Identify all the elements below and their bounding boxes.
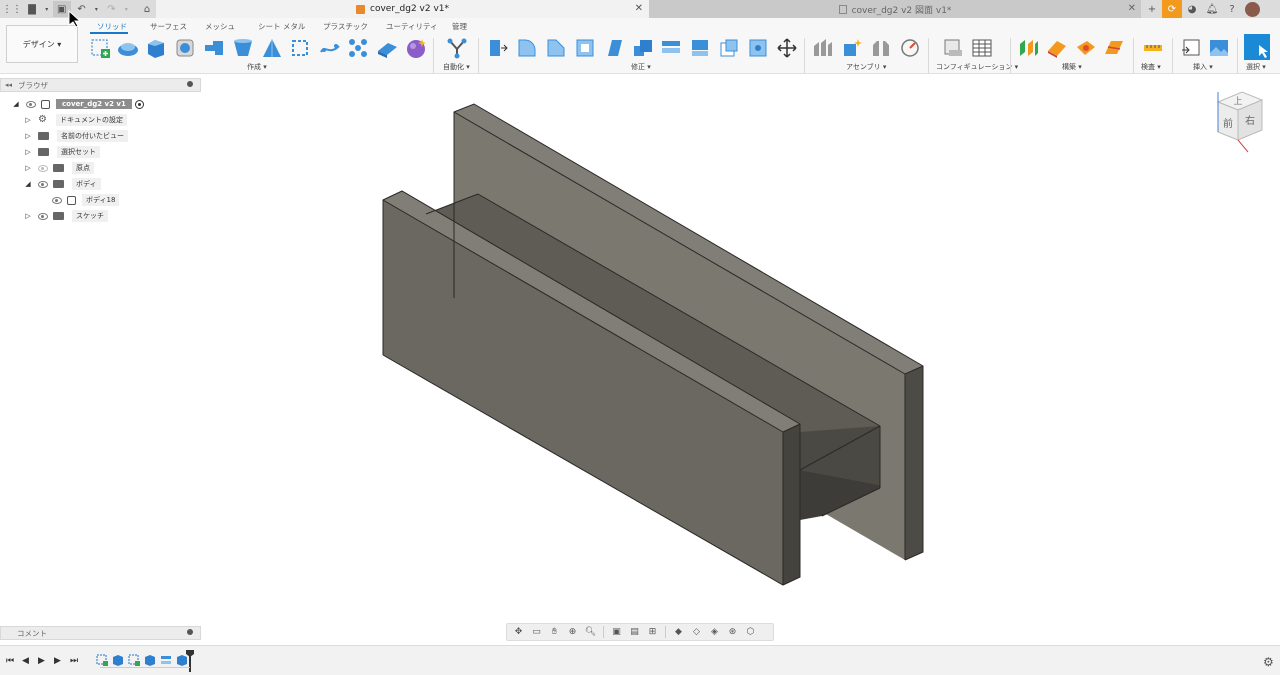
timeline-extrude-icon[interactable] xyxy=(112,654,124,666)
navigation-bar: ✥ ▭ ✋︎ ⊕ 🔍︎ ▣ ▤ ⊞ ◆ ◇ ◈ ⊛ ⬡ xyxy=(506,623,774,641)
back-plate-side[interactable] xyxy=(905,366,923,560)
orbit-icon[interactable]: ✥ xyxy=(511,626,526,638)
pan-hand-icon[interactable]: ✋︎ xyxy=(547,626,562,638)
divider xyxy=(603,626,604,638)
display-settings-icon[interactable]: ▣ xyxy=(609,626,624,638)
viewcube-top-label: 上 xyxy=(1233,96,1242,107)
view-cube[interactable]: 上 前 右 xyxy=(1208,88,1268,158)
timeline-combine-icon[interactable] xyxy=(160,654,172,666)
x-axis xyxy=(1237,139,1249,153)
divider xyxy=(665,626,666,638)
timeline: ⏮ ◀ ▶ ▶ ⏭ ⚙ xyxy=(0,645,1280,675)
step-back-icon[interactable]: ◀ xyxy=(22,656,29,666)
timeline-track xyxy=(100,667,190,668)
zoom-window-icon[interactable]: 🔍︎ xyxy=(583,626,598,638)
section-analysis-icon[interactable]: ⊛ xyxy=(725,626,740,638)
look-at-icon[interactable]: ▭ xyxy=(529,626,544,638)
zoom-icon[interactable]: ⊕ xyxy=(565,626,580,638)
body-filter-icon[interactable]: ◇ xyxy=(689,626,704,638)
play-icon[interactable]: ▶ xyxy=(38,656,45,666)
go-to-start-icon[interactable]: ⏮ xyxy=(6,656,14,666)
selection-filter-icon[interactable]: ◆ xyxy=(671,626,686,638)
comments-panel-header[interactable]: コメント xyxy=(0,626,201,640)
viewcube-front-label: 前 xyxy=(1223,117,1233,130)
grid-settings-icon[interactable]: ▤ xyxy=(627,626,642,638)
viewcube-right-label: 右 xyxy=(1245,114,1255,127)
step-forward-icon[interactable]: ▶ xyxy=(54,656,61,666)
timeline-marker[interactable] xyxy=(186,650,194,672)
wireframe-icon[interactable]: ⬡ xyxy=(743,626,758,638)
timeline-sketch-icon[interactable] xyxy=(96,654,108,666)
model-viewport[interactable] xyxy=(0,0,1280,675)
pin-icon[interactable] xyxy=(187,629,193,635)
gear-icon[interactable]: ⚙ xyxy=(1263,655,1274,669)
comments-title: コメント xyxy=(17,628,47,638)
front-plate-side[interactable] xyxy=(783,424,800,585)
viewports-icon[interactable]: ⊞ xyxy=(645,626,660,638)
mouse-cursor-icon xyxy=(68,10,80,28)
timeline-sketch-icon[interactable] xyxy=(128,654,140,666)
timeline-extrude-icon[interactable] xyxy=(144,654,156,666)
go-to-end-icon[interactable]: ⏭ xyxy=(70,656,78,666)
component-filter-icon[interactable]: ◈ xyxy=(707,626,722,638)
